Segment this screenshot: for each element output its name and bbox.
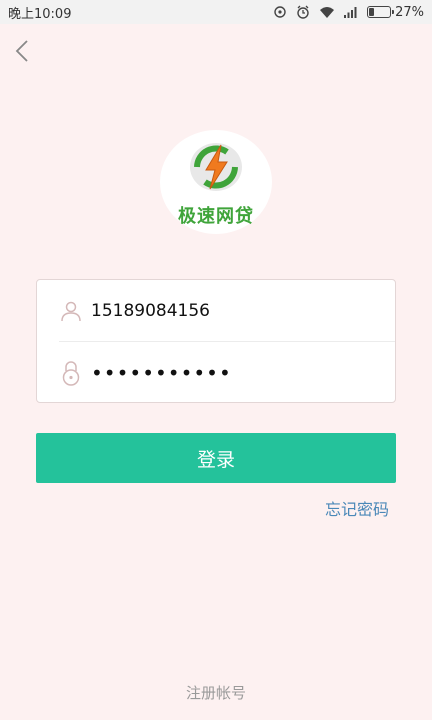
username-input[interactable] bbox=[91, 300, 351, 321]
wifi-icon bbox=[319, 6, 335, 19]
password-row bbox=[37, 342, 395, 403]
status-icons: 27% bbox=[273, 5, 424, 20]
battery-icon bbox=[367, 6, 395, 18]
alarm-icon bbox=[273, 5, 287, 19]
login-form bbox=[36, 279, 396, 403]
battery-indicator: 27% bbox=[367, 5, 424, 20]
forgot-password-link[interactable]: 忘记密码 bbox=[325, 496, 389, 520]
username-row bbox=[37, 280, 395, 341]
signal-icon bbox=[344, 6, 358, 18]
battery-percent: 27% bbox=[395, 4, 424, 20]
register-account-link[interactable]: 注册帐号 bbox=[0, 682, 432, 703]
user-icon bbox=[59, 299, 83, 323]
status-bar: 晚上10:09 27% bbox=[0, 0, 432, 24]
back-chevron-icon bbox=[15, 39, 29, 67]
app-logo: 极速网贷 bbox=[160, 130, 272, 234]
clock-icon bbox=[296, 5, 310, 19]
lightning-emblem-icon bbox=[187, 140, 245, 198]
status-time: 晚上10:09 bbox=[8, 6, 72, 22]
battery-fill bbox=[369, 8, 375, 16]
login-button[interactable]: 登录 bbox=[36, 433, 396, 483]
lock-icon bbox=[59, 360, 83, 386]
password-input[interactable] bbox=[91, 360, 351, 385]
logo-text: 极速网贷 bbox=[178, 206, 254, 227]
back-button[interactable] bbox=[8, 38, 36, 68]
